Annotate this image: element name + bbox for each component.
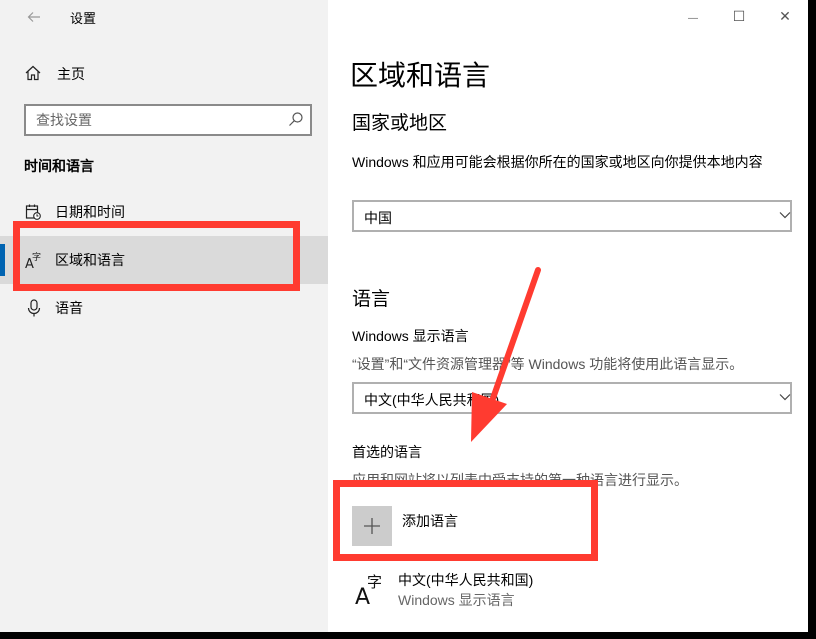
- back-button[interactable]: [20, 6, 48, 28]
- language-name: 中文(中华人民共和国): [398, 572, 534, 588]
- microphone-icon: [27, 299, 41, 317]
- chevron-down-icon: [779, 394, 791, 401]
- language-subtitle: Windows 显示语言: [398, 592, 515, 608]
- back-arrow-icon: [27, 12, 40, 22]
- search-icon[interactable]: [288, 111, 304, 127]
- maximize-button[interactable]: ☐: [716, 0, 762, 32]
- calendar-clock-icon: [25, 204, 41, 220]
- display-language-select[interactable]: 中文(中华人民共和国): [352, 382, 792, 414]
- country-description: Windows 和应用可能会根据你所在的国家或地区向你提供本地内容: [352, 154, 763, 170]
- close-button[interactable]: ✕: [762, 0, 808, 32]
- sidebar-item-speech[interactable]: 语音: [0, 284, 328, 332]
- titlebar-left: 设置: [0, 0, 328, 34]
- sidebar-item-label: 语音: [55, 300, 83, 316]
- svg-text:字: 字: [367, 573, 382, 591]
- active-indicator: [0, 244, 5, 276]
- language-heading: 语言: [352, 289, 391, 310]
- highlight-box-sidebar: [13, 221, 300, 291]
- preferred-language-heading: 首选的语言: [352, 444, 422, 460]
- country-select[interactable]: 中国: [352, 200, 792, 232]
- app-title: 设置: [70, 11, 97, 26]
- search-input[interactable]: [26, 106, 276, 134]
- home-icon: [25, 65, 41, 81]
- sidebar: 设置 主页 时间和语言 日期和时间: [0, 0, 328, 632]
- minimize-button[interactable]: —: [670, 0, 716, 32]
- country-heading: 国家或地区: [352, 113, 448, 134]
- display-language-value: 中文(中华人民共和国): [364, 392, 500, 408]
- highlight-box-add-language: [333, 480, 598, 561]
- display-language-description: “设置”和“文件资源管理器”等 Windows 功能将使用此语言显示。: [352, 356, 744, 372]
- minimize-icon: —: [688, 13, 698, 24]
- nav-home[interactable]: 主页: [0, 56, 328, 90]
- country-select-value: 中国: [364, 210, 392, 226]
- language-icon: A 字: [355, 573, 382, 606]
- close-icon: ✕: [779, 8, 791, 24]
- sidebar-item-label: 日期和时间: [55, 204, 125, 220]
- search-box[interactable]: [24, 104, 312, 136]
- maximize-icon: ☐: [732, 8, 746, 24]
- nav-home-label: 主页: [57, 66, 85, 82]
- page-title: 区域和语言: [350, 60, 491, 91]
- section-title: 时间和语言: [24, 158, 94, 174]
- chevron-down-icon: [779, 212, 791, 219]
- display-language-heading: Windows 显示语言: [352, 328, 469, 344]
- language-list-item[interactable]: A 字 中文(中华人民共和国) Windows 显示语言: [352, 566, 792, 610]
